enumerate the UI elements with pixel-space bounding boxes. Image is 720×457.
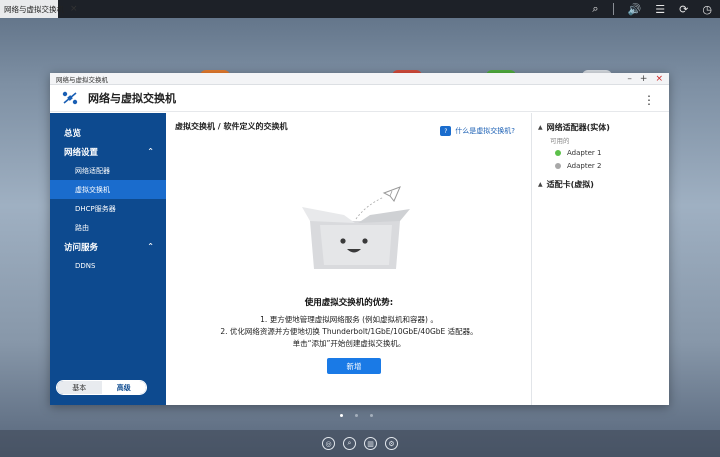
window-title: 网络与虚拟交换机 <box>56 75 108 84</box>
app-window: 网络与虚拟交换机 – + × 网络与虚拟交换机 ⋮ 总览 网络设置 ⌃ 网络适配… <box>50 73 669 405</box>
help-link[interactable]: ? 什么是虚拟交换机? <box>440 126 515 136</box>
chevron-up-icon[interactable]: ⌃ <box>147 147 154 156</box>
sidebar-item-label: 访问服务 <box>64 242 99 253</box>
dock-search-icon[interactable]: ⌕ <box>343 437 356 450</box>
volume-icon[interactable]: 🔊 <box>628 3 642 16</box>
breadcrumb: 虚拟交换机 / 软件定义的交换机 <box>175 122 288 131</box>
window-body: 总览 网络设置 ⌃ 网络适配器 虚拟交换机 DHCP服务器 路由 访问服务 ⌃ <box>50 113 669 405</box>
status-dot-icon <box>555 162 561 169</box>
chevron-up-icon[interactable]: ⌃ <box>147 242 154 251</box>
adapter-item[interactable]: Adapter 1 <box>538 146 669 159</box>
more-options-icon[interactable]: ⋮ <box>643 93 655 107</box>
mode-basic-button[interactable]: 基本 <box>57 381 102 394</box>
sync-icon[interactable]: ⟳ <box>679 3 688 16</box>
caret-up-icon[interactable]: ▲ <box>538 124 543 131</box>
page-dot[interactable] <box>355 414 358 417</box>
adapter-name: Adapter 1 <box>567 148 602 157</box>
status-dot-icon <box>555 149 561 156</box>
page-dot[interactable] <box>370 414 373 417</box>
right-panel: ▲ 网络适配器(实体) 可用的 Adapter 1 Adapter 2 ▲ 适配… <box>532 113 669 405</box>
benefits-section: 使用虚拟交换机的优势: 1. 更方便地管理虚拟网络服务 (例如虚拟机和容器) 。… <box>166 296 532 350</box>
search-icon[interactable]: ⌕ <box>592 2 598 16</box>
stack-icon[interactable]: ☰ <box>655 3 665 16</box>
window-controls: – + × <box>627 73 663 85</box>
benefit-line: 2. 优化网络资源并方便地切换 Thunderbolt/1GbE/10GbE/4… <box>220 327 478 336</box>
sidebar-item-network-adapters[interactable]: 网络适配器 <box>50 161 166 180</box>
adapter-name: Adapter 2 <box>567 161 602 170</box>
taskbar-tab-title: 网络与虚拟交换机 <box>4 4 64 14</box>
close-icon[interactable]: × <box>655 74 663 84</box>
sidebar-item-virtual-switch[interactable]: 虚拟交换机 <box>50 180 166 199</box>
taskbar: 网络与虚拟交换机 × ⌕ 🔊 ☰ ⟳ ◷ <box>0 0 720 18</box>
tree-section-title: 适配卡(虚拟) <box>546 180 594 189</box>
taskbar-app-tab[interactable]: 网络与虚拟交换机 × <box>0 0 78 18</box>
bottom-dock: ◎ ⌕ ▥ ⚙ <box>0 430 720 457</box>
empty-state-illustration <box>302 186 410 269</box>
page-dot[interactable] <box>340 414 343 417</box>
sidebar-item-label: 网络设置 <box>64 147 99 158</box>
sidebar-item-label: DHCP服务器 <box>75 204 116 213</box>
tree-section-title: 网络适配器(实体) <box>546 123 610 132</box>
app-title: 网络与虚拟交换机 <box>88 92 176 105</box>
network-switch-icon <box>62 91 78 105</box>
sidebar-item-label: 总览 <box>64 128 82 139</box>
clock-icon[interactable]: ◷ <box>702 3 712 16</box>
dock-network-icon[interactable]: ◎ <box>322 437 335 450</box>
sidebar-item-network-settings[interactable]: 网络设置 ⌃ <box>50 142 166 161</box>
sidebar-item-label: DDNS <box>75 261 96 270</box>
maximize-icon[interactable]: + <box>640 74 648 84</box>
adapter-item[interactable]: Adapter 2 <box>538 159 669 172</box>
help-link-label: 什么是虚拟交换机? <box>455 127 515 135</box>
dock-apps-icon[interactable]: ▥ <box>364 437 377 450</box>
taskbar-tab-close-icon[interactable]: × <box>70 4 78 14</box>
benefits-title: 使用虚拟交换机的优势: <box>304 298 394 308</box>
sidebar-item-label: 网络适配器 <box>75 166 110 175</box>
tree-virtual-adapters[interactable]: ▲ 适配卡(虚拟) <box>538 178 669 191</box>
mode-toggle[interactable]: 基本 高级 <box>56 380 147 395</box>
sidebar-item-label: 路由 <box>75 223 89 232</box>
app-header: 网络与虚拟交换机 ⋮ <box>50 85 669 112</box>
desktop-page-indicator <box>340 414 373 417</box>
mode-advanced-button[interactable]: 高级 <box>101 381 146 394</box>
sidebar-item-label: 虚拟交换机 <box>75 185 110 194</box>
tree-group-label: 可用的 <box>550 137 570 145</box>
sidebar-item-access-services[interactable]: 访问服务 ⌃ <box>50 237 166 256</box>
system-tray: ⌕ 🔊 ☰ ⟳ ◷ <box>592 0 712 18</box>
sidebar: 总览 网络设置 ⌃ 网络适配器 虚拟交换机 DHCP服务器 路由 访问服务 ⌃ <box>50 113 166 405</box>
benefit-line: 1. 更方便地管理虚拟网络服务 (例如虚拟机和容器) 。 <box>260 315 438 324</box>
help-icon: ? <box>440 126 452 136</box>
main-content: 虚拟交换机 / 软件定义的交换机 ? 什么是虚拟交换机? 使用虚拟交换机的优势: <box>166 113 532 405</box>
sidebar-item-routing[interactable]: 路由 <box>50 218 166 237</box>
sidebar-item-dhcp-server[interactable]: DHCP服务器 <box>50 199 166 218</box>
sidebar-item-overview[interactable]: 总览 <box>50 123 166 142</box>
caret-up-icon[interactable]: ▲ <box>538 181 543 188</box>
sidebar-item-ddns[interactable]: DDNS <box>50 256 166 275</box>
dock-tools-icon[interactable]: ⚙ <box>385 437 398 450</box>
minimize-icon[interactable]: – <box>627 74 632 84</box>
benefit-line: 单击“添加”开始创建虚拟交换机。 <box>292 339 406 348</box>
add-button[interactable]: 新增 <box>327 358 381 374</box>
window-titlebar[interactable]: 网络与虚拟交换机 <box>50 73 669 85</box>
tree-network-adapters[interactable]: ▲ 网络适配器(实体) <box>538 121 669 134</box>
tray-divider <box>612 3 614 15</box>
